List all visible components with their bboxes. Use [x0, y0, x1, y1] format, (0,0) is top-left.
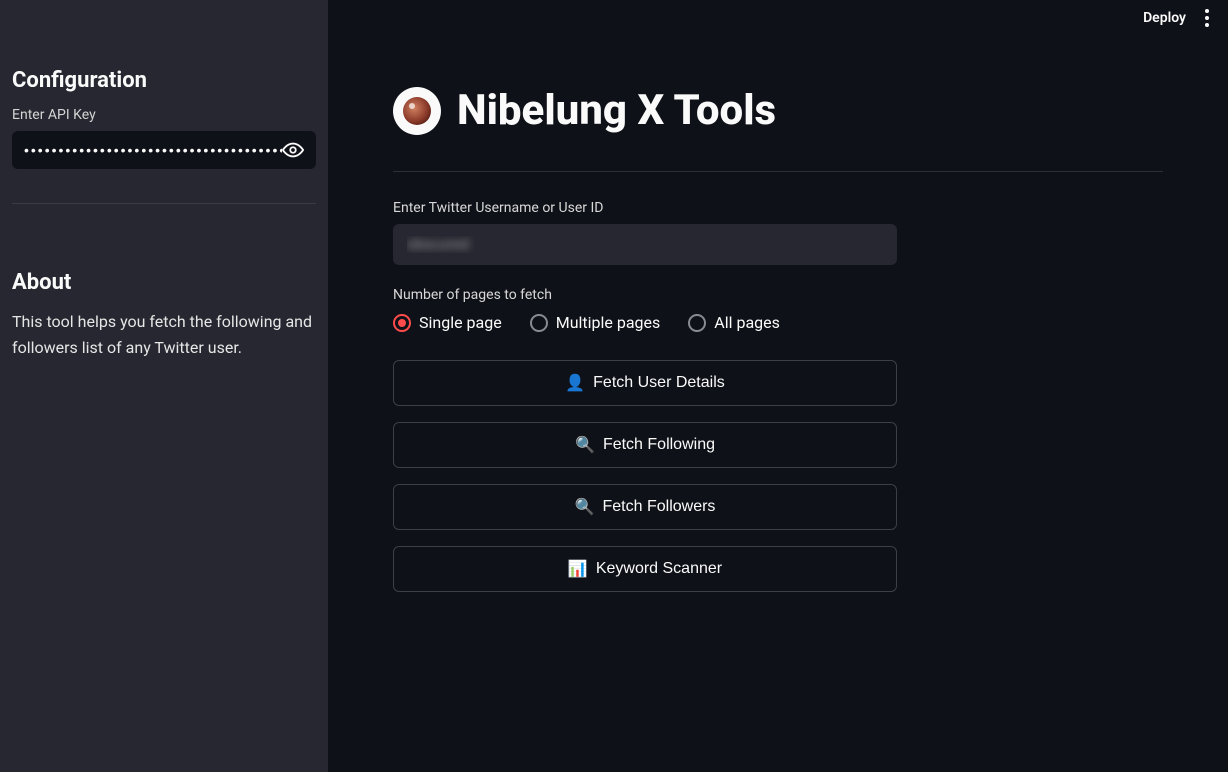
radio-icon — [530, 314, 548, 332]
radio-single-page[interactable]: Single page — [393, 313, 502, 332]
fetch-followers-button[interactable]: 🔍 Fetch Followers — [393, 484, 897, 530]
reveal-password-icon[interactable] — [282, 139, 304, 161]
fetch-user-details-button[interactable]: 👤 Fetch User Details — [393, 360, 897, 406]
api-key-field-wrapper — [12, 131, 316, 169]
about-heading: About — [12, 270, 316, 295]
topbar: Deploy — [1143, 6, 1216, 30]
main-area: Deploy Nibelung X Tools Enter Twitter Us… — [328, 0, 1228, 772]
radio-label: All pages — [714, 313, 780, 332]
radio-all-pages[interactable]: All pages — [688, 313, 780, 332]
button-label: Fetch User Details — [593, 374, 725, 392]
radio-group-pages: Single page Multiple pages All pages — [393, 313, 897, 332]
deploy-button[interactable]: Deploy — [1143, 10, 1186, 26]
button-label: Fetch Followers — [603, 498, 716, 516]
content-container: Nibelung X Tools Enter Twitter Username … — [393, 0, 1163, 592]
radio-icon — [688, 314, 706, 332]
api-key-label: Enter API Key — [12, 107, 316, 123]
title-divider — [393, 171, 1163, 172]
search-icon: 🔍 — [575, 497, 595, 517]
radio-label: Multiple pages — [556, 313, 661, 332]
api-key-input[interactable] — [24, 142, 282, 158]
user-icon: 👤 — [565, 373, 585, 393]
radio-icon — [393, 314, 411, 332]
search-icon: 🔍 — [575, 435, 595, 455]
radio-label: Single page — [419, 313, 502, 332]
menu-kebab-icon[interactable] — [1198, 6, 1216, 30]
title-row: Nibelung X Tools — [393, 86, 1163, 135]
app-logo-eye-icon — [393, 87, 441, 135]
username-label: Enter Twitter Username or User ID — [393, 200, 897, 216]
sidebar: Configuration Enter API Key About This t… — [0, 0, 328, 772]
button-label: Fetch Following — [603, 436, 715, 454]
radio-multiple-pages[interactable]: Multiple pages — [530, 313, 661, 332]
keyword-scanner-button[interactable]: 📊 Keyword Scanner — [393, 546, 897, 592]
pages-label: Number of pages to fetch — [393, 287, 897, 303]
username-input[interactable] — [393, 224, 897, 265]
sidebar-divider — [12, 203, 316, 204]
page-title: Nibelung X Tools — [457, 86, 776, 135]
about-text: This tool helps you fetch the following … — [12, 309, 316, 360]
config-heading: Configuration — [12, 68, 316, 93]
fetch-following-button[interactable]: 🔍 Fetch Following — [393, 422, 897, 468]
button-label: Keyword Scanner — [596, 560, 722, 578]
form-section: Enter Twitter Username or User ID Number… — [393, 200, 897, 592]
chart-icon: 📊 — [568, 559, 588, 579]
